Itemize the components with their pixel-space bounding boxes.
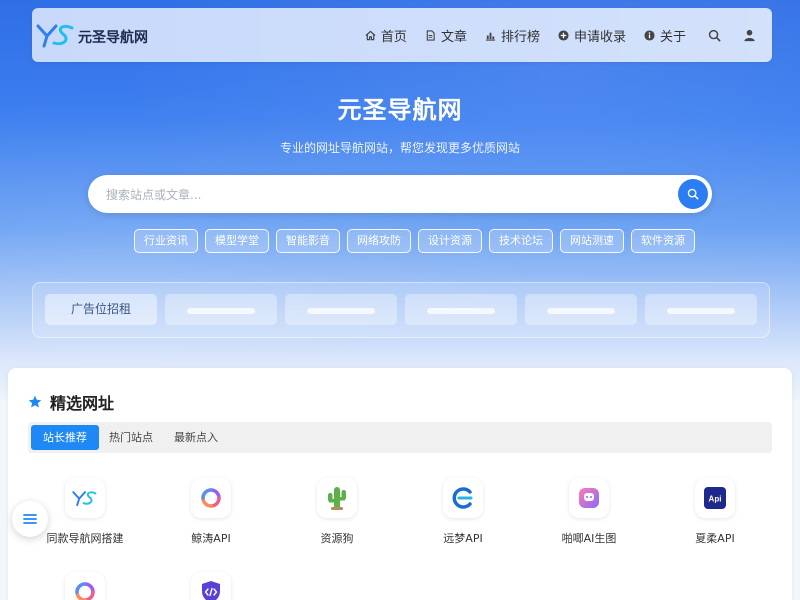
- search-button[interactable]: [708, 29, 721, 42]
- code-shield-icon: [191, 572, 231, 600]
- site-name: 同款导航网搭建: [46, 532, 124, 545]
- site-item[interactable]: 啪唧AI生图: [529, 478, 649, 546]
- ad-slot[interactable]: [645, 294, 757, 325]
- document-icon: [426, 29, 435, 41]
- site-item[interactable]: 资源狗: [277, 478, 397, 546]
- tag-item[interactable]: 软件资源: [631, 229, 695, 253]
- ad-banner: 广告位招租: [32, 282, 770, 338]
- user-icon: [744, 29, 755, 41]
- search-box: [88, 175, 712, 215]
- tag-item[interactable]: 网络攻防: [347, 229, 411, 253]
- search-submit-button[interactable]: [678, 179, 708, 209]
- nav-label-apply: 申请收录: [573, 29, 626, 45]
- site-name: 鲸涛API: [191, 532, 231, 545]
- nav-item-ranking[interactable]: 排行榜: [485, 26, 540, 45]
- tag-item[interactable]: 技术论坛: [489, 229, 553, 253]
- site-subtitle: 专业的网址导航网站，帮您发现更多优质网站: [279, 141, 520, 155]
- tab-webmaster-picks[interactable]: 站长推荐: [31, 425, 99, 450]
- site-item[interactable]: [151, 572, 271, 600]
- ad-slot[interactable]: [285, 294, 397, 325]
- site-name: 远梦API: [443, 532, 483, 545]
- ad-slot[interactable]: [405, 294, 517, 325]
- site-name: 夏柔API: [695, 532, 735, 545]
- tag-item[interactable]: 网站测速: [560, 229, 624, 253]
- menu-icon: [23, 514, 37, 524]
- ys-logo-icon[interactable]: [36, 22, 76, 48]
- brand-name[interactable]: 元圣导航网: [78, 27, 148, 47]
- star-icon: [28, 395, 42, 408]
- site-item[interactable]: Api 夏柔API: [655, 478, 775, 546]
- plus-circle-icon: [558, 29, 569, 41]
- search-icon: [687, 188, 699, 200]
- tag-item[interactable]: 模型学堂: [205, 229, 269, 253]
- site-tabs: 站长推荐 热门站点 最新点入: [28, 422, 772, 453]
- nav-item-about[interactable]: 关于: [644, 26, 686, 45]
- c-logo-icon: [443, 478, 483, 518]
- nav-label-about: 关于: [659, 29, 686, 45]
- ad-slot-label[interactable]: 广告位招租: [45, 294, 157, 325]
- home-icon: [365, 30, 376, 40]
- tag-item[interactable]: 设计资源: [418, 229, 482, 253]
- swirl-logo-icon: [191, 478, 231, 518]
- top-navbar: 元圣导航网 首页 文章 排行榜 申请收录 关于: [32, 8, 772, 62]
- user-button[interactable]: [743, 29, 756, 42]
- api-logo-icon: Api: [695, 478, 735, 518]
- section-title-text: 精选网址: [50, 394, 115, 413]
- tag-item[interactable]: 行业资讯: [134, 229, 198, 253]
- ad-slot[interactable]: [165, 294, 277, 325]
- site-title: 元圣导航网: [337, 96, 463, 124]
- nav-label-home: 首页: [380, 29, 407, 45]
- nav-item-apply[interactable]: 申请收录: [558, 26, 626, 45]
- ranking-icon: [485, 32, 496, 41]
- tag-item[interactable]: 智能影音: [276, 229, 340, 253]
- tab-hot-sites[interactable]: 热门站点: [97, 425, 165, 450]
- page: 元圣导航网 首页 文章 排行榜 申请收录 关于 元圣导航网 专业的网址导航网站，…: [0, 0, 800, 600]
- nav-label-ranking: 排行榜: [500, 29, 540, 45]
- nav-item-home[interactable]: 首页: [365, 26, 407, 45]
- site-name: 资源狗: [320, 532, 354, 545]
- cactus-icon: [317, 478, 357, 518]
- category-tags: 行业资讯 模型学堂 智能影音 网络攻防 设计资源 技术论坛 网站测速 软件资源: [134, 229, 702, 253]
- tab-latest-clicks[interactable]: 最新点入: [162, 425, 230, 450]
- swirl-logo-icon: [65, 572, 105, 600]
- main-nav: 首页 文章 排行榜 申请收录 关于: [347, 8, 756, 62]
- nav-item-articles[interactable]: 文章: [425, 26, 467, 45]
- ad-slot[interactable]: [525, 294, 637, 325]
- section-title: 精选网址: [28, 390, 114, 414]
- floating-menu-button[interactable]: [12, 501, 48, 537]
- search-input[interactable]: [104, 175, 668, 215]
- info-circle-icon: [644, 29, 655, 41]
- site-item[interactable]: [25, 572, 145, 600]
- chat-bubble-logo-icon: [569, 478, 609, 518]
- site-item[interactable]: 鲸涛API: [151, 478, 271, 546]
- svg-text:Api: Api: [709, 495, 722, 504]
- site-name: 啪唧AI生图: [561, 532, 617, 545]
- ys-logo-icon: [65, 478, 105, 518]
- site-item[interactable]: 远梦API: [403, 478, 523, 546]
- nav-label-articles: 文章: [440, 29, 467, 45]
- search-icon: [708, 29, 721, 41]
